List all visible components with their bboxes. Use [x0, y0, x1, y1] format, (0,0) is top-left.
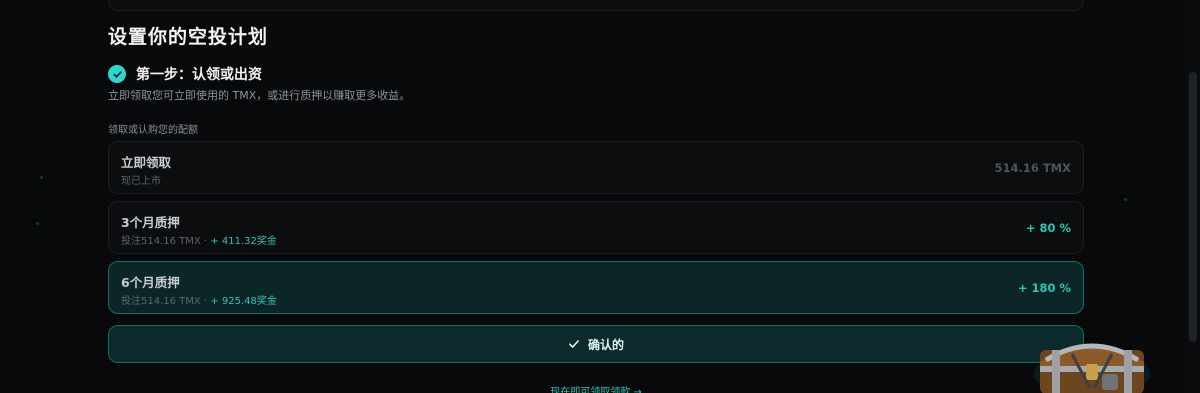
option-amount: 514.16 TMX: [994, 161, 1071, 175]
option-stake-amount: 投注514.16 TMX ·: [121, 296, 208, 307]
section-title: 设置你的空投计划: [108, 26, 269, 48]
check-icon: [568, 340, 579, 348]
option-subtitle: 投注514.16 TMX · + 411.32奖金: [121, 232, 277, 247]
step-title: 第一步：认领或出资: [136, 67, 262, 83]
option-title: 6个月质押: [121, 275, 180, 290]
option-bonus: + 411.32奖金: [210, 236, 277, 247]
option-subtitle: 投注514.16 TMX · + 925.48奖金: [121, 292, 277, 307]
confirm-label: 确认的: [587, 337, 624, 352]
option-claim-now[interactable]: 立即领取 现已上市 514.16 TMX: [108, 141, 1084, 194]
option-stake-amount: 投注514.16 TMX ·: [121, 236, 208, 247]
background-particle: [1124, 198, 1127, 201]
option-stake-3-months[interactable]: 3个月质押 投注514.16 TMX · + 411.32奖金 + 80 %: [108, 201, 1084, 254]
treasure-chest-icon: [1034, 343, 1150, 393]
step-header: 第一步：认领或出资: [108, 64, 262, 84]
option-subtitle: 现已上市: [121, 176, 161, 187]
previous-card: [108, 0, 1084, 11]
step-description: 立即领取您可立即使用的 TMX，或进行质押以赚取更多收益。: [108, 89, 411, 102]
option-percent: + 180 %: [1017, 281, 1071, 295]
option-title: 立即领取: [121, 155, 172, 170]
airdrop-plan-page: 设置你的空投计划 第一步：认领或出资 立即领取您可立即使用的 TMX，或进行质押…: [0, 0, 1200, 393]
claim-now-link[interactable]: 现在即可领取领款 →: [0, 383, 1192, 393]
check-circle-icon: [108, 65, 126, 83]
background-particle: [40, 176, 43, 179]
allocation-label: 领取或认购您的配额: [108, 125, 198, 136]
option-stake-6-months[interactable]: 6个月质押 投注514.16 TMX · + 925.48奖金 + 180 %: [108, 261, 1084, 314]
confirm-button[interactable]: 确认的: [108, 325, 1084, 363]
option-title: 3个月质押: [121, 215, 180, 230]
option-percent: + 80 %: [1025, 221, 1071, 235]
option-bonus: + 925.48奖金: [210, 296, 277, 307]
background-particle: [36, 222, 39, 225]
scrollbar-thumb[interactable]: [1189, 72, 1197, 342]
